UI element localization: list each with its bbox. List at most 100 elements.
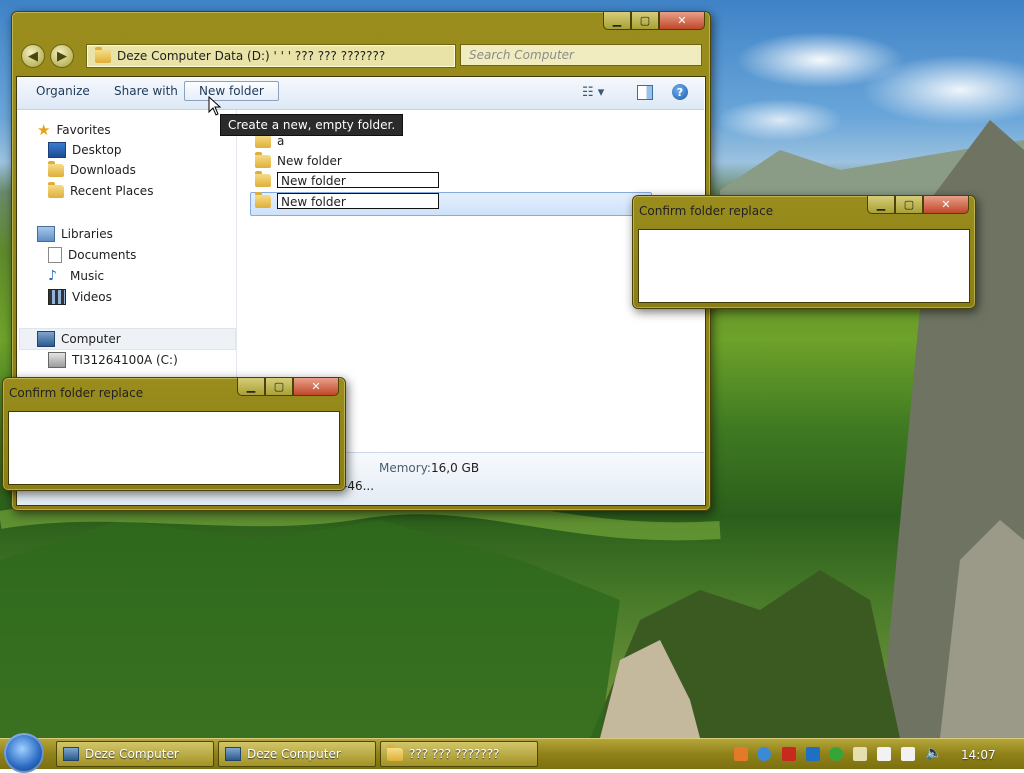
nav-label: Libraries <box>61 227 113 241</box>
taskbar-button[interactable]: Deze Computer <box>218 741 376 767</box>
window-controls: ▁ ▢ ✕ <box>867 196 969 214</box>
folder-icon <box>387 744 403 761</box>
share-with-button[interactable]: Share with <box>114 84 178 98</box>
nav-desktop[interactable]: Desktop <box>48 142 122 158</box>
recent-places-icon <box>48 181 64 198</box>
folder-icon <box>255 131 271 148</box>
address-text: Deze Computer Data (D:) ' ' ' ??? ??? ??… <box>117 49 386 63</box>
dialog-body <box>8 411 340 485</box>
taskbar-label: Deze Computer <box>247 747 341 761</box>
libraries-icon <box>37 226 55 242</box>
file-item-renaming[interactable]: New folder <box>255 191 439 209</box>
clock[interactable]: 14:07 <box>961 748 996 762</box>
close-button[interactable]: ✕ <box>293 378 339 396</box>
volume-icon[interactable]: 🔈 <box>925 745 942 761</box>
nav-label: TI31264100A (C:) <box>72 353 178 367</box>
file-item-renaming[interactable]: New folder <box>255 170 439 188</box>
processor-text: -46... <box>343 479 375 493</box>
help-icon[interactable]: ? <box>672 84 688 100</box>
memory-label: Memory: <box>379 461 431 475</box>
nav-label: Documents <box>68 248 137 262</box>
rename-field[interactable]: New folder <box>277 172 439 188</box>
tray-monitor-icon[interactable] <box>901 747 915 761</box>
hard-drive-icon <box>48 352 66 368</box>
back-button[interactable]: ◀ <box>21 44 45 68</box>
documents-icon <box>48 247 62 263</box>
nav-computer[interactable]: Computer <box>37 331 121 347</box>
minimize-button[interactable]: ▁ <box>867 196 895 214</box>
taskbar-button[interactable]: ??? ??? ??????? <box>380 741 538 767</box>
view-options-icon[interactable]: ☷ ▾ <box>582 85 604 100</box>
dialog-title: Confirm folder replace <box>9 386 144 400</box>
file-item[interactable]: New folder <box>255 151 342 168</box>
windows-start-icon[interactable] <box>4 733 44 773</box>
confirm-dialog-1: Confirm folder replace ▁ ▢ ✕ <box>632 195 976 309</box>
rename-field[interactable]: New folder <box>277 193 439 209</box>
maximize-button[interactable]: ▢ <box>265 378 293 396</box>
window-controls: ▁ ▢ ✕ <box>603 12 705 30</box>
tooltip: Create a new, empty folder. <box>220 114 404 136</box>
nav-label: Recent Places <box>70 184 154 198</box>
minimize-button[interactable]: ▁ <box>603 12 631 30</box>
tray-device-icon[interactable] <box>877 747 891 761</box>
folder-icon <box>255 151 271 168</box>
tray-pdf-icon[interactable] <box>782 747 796 761</box>
videos-icon <box>48 289 66 305</box>
tray-security-icon[interactable] <box>829 747 843 761</box>
nav-label: Music <box>70 269 105 283</box>
computer-icon <box>225 747 241 761</box>
nav-label: Videos <box>72 290 112 304</box>
close-button[interactable]: ✕ <box>659 12 705 30</box>
nav-documents[interactable]: Documents <box>48 247 136 263</box>
nav-libraries[interactable]: Libraries <box>37 226 113 242</box>
nav-recent-places[interactable]: Recent Places <box>48 181 154 198</box>
organize-button[interactable]: Organize <box>36 84 90 98</box>
nav-label: Downloads <box>70 163 136 177</box>
mouse-cursor-icon <box>208 96 222 116</box>
tray-network-icon[interactable] <box>757 747 771 761</box>
taskbar-label: ??? ??? ??????? <box>409 747 500 761</box>
minimize-button[interactable]: ▁ <box>237 378 265 396</box>
new-folder-button[interactable]: New folder <box>184 81 279 101</box>
nav-label: Computer <box>61 332 121 346</box>
folder-icon <box>95 46 111 63</box>
preview-pane-icon[interactable] <box>637 85 653 100</box>
taskbar-button[interactable]: Deze Computer <box>56 741 214 767</box>
nav-videos[interactable]: Videos <box>48 289 112 305</box>
computer-icon <box>37 331 55 347</box>
folder-icon <box>255 191 271 208</box>
file-item[interactable]: a <box>255 131 285 148</box>
command-bar: Organize Share with New folder ☷ ▾ ? <box>17 77 704 110</box>
forward-button[interactable]: ▶ <box>50 44 74 68</box>
nav-downloads[interactable]: Downloads <box>48 160 136 177</box>
file-name: a <box>277 134 285 148</box>
window-controls: ▁ ▢ ✕ <box>237 378 339 396</box>
folder-icon <box>255 170 271 187</box>
desktop-icon <box>48 142 66 158</box>
search-placeholder: Search Computer <box>469 48 574 62</box>
dialog-body <box>638 229 970 303</box>
taskbar-label: Deze Computer <box>85 747 179 761</box>
nav-label: Favorites <box>56 123 111 137</box>
address-bar[interactable]: Deze Computer Data (D:) ' ' ' ??? ??? ??… <box>86 44 456 68</box>
tray-app-icon[interactable] <box>734 747 748 761</box>
tray-flag-icon[interactable] <box>853 747 867 761</box>
downloads-icon <box>48 160 64 177</box>
search-input[interactable]: Search Computer <box>460 44 702 66</box>
confirm-dialog-2: Confirm folder replace ▁ ▢ ✕ <box>2 377 346 491</box>
dialog-title: Confirm folder replace <box>639 204 774 218</box>
tray-outlook-icon[interactable] <box>806 747 820 761</box>
nav-label: Desktop <box>72 143 122 157</box>
music-icon: ♪ <box>48 268 57 284</box>
star-icon: ★ <box>37 121 51 139</box>
taskbar: Deze Computer Deze Computer ??? ??? ????… <box>0 733 1024 773</box>
maximize-button[interactable]: ▢ <box>631 12 659 30</box>
nav-favorites[interactable]: ★ Favorites <box>37 121 111 139</box>
maximize-button[interactable]: ▢ <box>895 196 923 214</box>
nav-drive-c[interactable]: TI31264100A (C:) <box>48 352 178 368</box>
computer-icon <box>63 747 79 761</box>
nav-music[interactable]: ♪ Music <box>48 268 104 284</box>
file-name: New folder <box>277 154 342 168</box>
memory-value: 16,0 GB <box>431 461 480 475</box>
close-button[interactable]: ✕ <box>923 196 969 214</box>
